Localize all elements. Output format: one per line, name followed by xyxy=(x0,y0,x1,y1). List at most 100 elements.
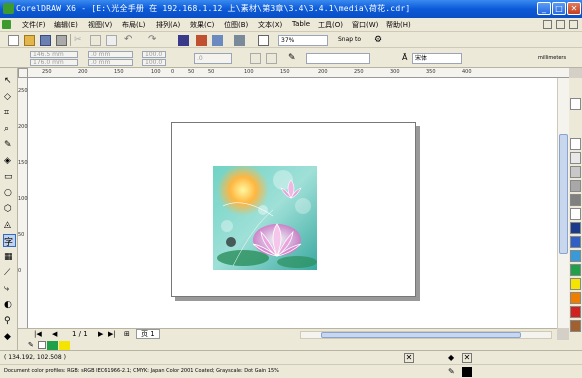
dimension-tool-icon[interactable]: ⟋ xyxy=(4,268,15,279)
menu-help[interactable]: 帮助(H) xyxy=(386,20,411,30)
height-field[interactable]: .0 mm xyxy=(88,59,133,66)
doc-close-button[interactable] xyxy=(569,20,578,29)
menu-edit[interactable]: 编辑(E) xyxy=(54,20,78,30)
paste-icon[interactable] xyxy=(106,35,117,46)
scale-x-field[interactable]: 100.0 xyxy=(142,51,166,58)
swatch-yellow[interactable] xyxy=(570,278,581,290)
swatch-none[interactable] xyxy=(570,98,581,110)
connector-tool-icon[interactable]: ⤷ xyxy=(4,284,15,295)
zoom-tool-icon[interactable]: ⌕ xyxy=(4,124,15,135)
options-gear-icon[interactable]: ⚙ xyxy=(374,35,385,46)
print-icon[interactable] xyxy=(56,35,67,46)
fill-tool-icon[interactable]: ◆ xyxy=(4,332,15,343)
swatch-brown[interactable] xyxy=(570,320,581,332)
application-launcher-icon[interactable] xyxy=(234,35,245,46)
new-document-icon[interactable] xyxy=(8,35,19,46)
swatch-white-2[interactable] xyxy=(570,208,581,220)
menu-tools[interactable]: 工具(O) xyxy=(318,20,343,30)
basic-shapes-icon[interactable]: ◬ xyxy=(4,220,15,231)
swatch-orange[interactable] xyxy=(570,292,581,304)
scale-y-field[interactable]: 100.0 xyxy=(142,59,166,66)
swatch-gray-20[interactable] xyxy=(570,166,581,178)
mirror-horizontal-icon[interactable] xyxy=(250,53,261,64)
fill-indicator-none[interactable]: ✕ xyxy=(462,353,472,363)
page-tab-1[interactable]: 页 1 xyxy=(136,329,160,339)
first-page-button[interactable]: |◀ xyxy=(34,330,42,338)
polygon-tool-icon[interactable]: ⬡ xyxy=(4,204,15,215)
swatch-doc-yellow[interactable] xyxy=(59,341,70,350)
y-position-field[interactable]: 176.0 mm xyxy=(30,59,78,66)
shape-tool-icon[interactable]: ◇ xyxy=(4,92,15,103)
menu-text[interactable]: 文本(X) xyxy=(258,20,282,30)
menu-effects[interactable]: 效果(C) xyxy=(190,20,214,30)
mirror-vertical-icon[interactable] xyxy=(266,53,277,64)
menu-window[interactable]: 窗口(W) xyxy=(352,20,378,30)
ruler-origin[interactable] xyxy=(18,68,28,78)
fill-bucket-icon[interactable]: ◆ xyxy=(448,353,458,363)
swatch-gray-40[interactable] xyxy=(570,180,581,192)
swatch-white[interactable] xyxy=(570,138,581,150)
undo-icon[interactable]: ↶ xyxy=(124,34,135,45)
outline-pen-icon[interactable]: ✎ xyxy=(288,53,299,64)
crop-tool-icon[interactable]: ⌗ xyxy=(4,108,15,119)
text-tool-icon[interactable]: 字 xyxy=(3,234,16,248)
swatch-cyan[interactable] xyxy=(570,250,581,262)
smart-fill-icon[interactable]: ◈ xyxy=(4,156,15,167)
menu-table[interactable]: Table xyxy=(292,20,310,28)
vertical-scroll-thumb[interactable] xyxy=(559,134,568,254)
ellipse-tool-icon[interactable]: ○ xyxy=(4,188,15,199)
font-name-select[interactable]: 宋体 xyxy=(412,53,462,64)
outline-width-select[interactable] xyxy=(306,53,370,64)
doc-minimize-button[interactable] xyxy=(543,20,552,29)
fill-none-icon[interactable]: ✕ xyxy=(404,353,414,363)
add-page-button[interactable]: ⊞ xyxy=(124,330,130,338)
menu-file[interactable]: 文件(F) xyxy=(22,20,46,30)
swatch-red[interactable] xyxy=(570,306,581,318)
width-field[interactable]: .0 mm xyxy=(88,51,133,58)
prev-page-button[interactable]: ◀ xyxy=(52,330,57,338)
zoom-level-select[interactable]: 37% xyxy=(278,35,328,46)
vertical-scrollbar[interactable] xyxy=(557,78,569,328)
pick-tool-icon[interactable]: ↖ xyxy=(4,76,15,87)
outline-pen-status-icon[interactable]: ✎ xyxy=(448,367,458,377)
publish-pdf-icon[interactable] xyxy=(212,35,223,46)
rotation-angle-field[interactable]: .0 xyxy=(194,53,232,64)
freehand-tool-icon[interactable]: ✎ xyxy=(4,140,15,151)
open-folder-icon[interactable] xyxy=(24,35,35,46)
swatch-navy[interactable] xyxy=(570,222,581,234)
close-button[interactable]: ✕ xyxy=(567,2,581,15)
export-icon[interactable] xyxy=(196,35,207,46)
menu-bitmaps[interactable]: 位图(B) xyxy=(224,20,248,30)
redo-icon[interactable]: ↷ xyxy=(148,34,159,45)
table-tool-icon[interactable]: ▦ xyxy=(4,252,15,263)
doc-restore-button[interactable] xyxy=(556,20,565,29)
swatch-blue[interactable] xyxy=(570,236,581,248)
eyedropper-tool-icon[interactable]: ⚲ xyxy=(4,316,15,327)
swatch-doc-green[interactable] xyxy=(47,341,58,350)
cut-icon[interactable]: ✂ xyxy=(74,35,85,46)
maximize-button[interactable]: □ xyxy=(552,2,566,15)
menu-layout[interactable]: 布局(L) xyxy=(122,20,145,30)
horizontal-scrollbar[interactable] xyxy=(300,331,552,339)
minimize-button[interactable]: _ xyxy=(537,2,551,15)
import-icon[interactable] xyxy=(178,35,189,46)
last-page-button[interactable]: ▶| xyxy=(108,330,116,338)
full-screen-preview-icon[interactable] xyxy=(258,35,269,46)
snap-to-dropdown[interactable]: Snap to xyxy=(338,36,361,43)
vertical-ruler[interactable]: 250 200 150 100 50 0 xyxy=(18,78,28,328)
swatch-gray-60[interactable] xyxy=(570,194,581,206)
horizontal-scroll-thumb[interactable] xyxy=(321,332,521,338)
interactive-tool-icon[interactable]: ◐ xyxy=(4,300,15,311)
lotus-artwork-image[interactable] xyxy=(213,166,317,270)
x-position-field[interactable]: 146.5 mm xyxy=(30,51,78,58)
swatch-gray-10[interactable] xyxy=(570,152,581,164)
swatch-no-color[interactable] xyxy=(38,341,46,349)
menu-arrange[interactable]: 排列(A) xyxy=(156,20,180,30)
swatch-green[interactable] xyxy=(570,264,581,276)
horizontal-ruler[interactable]: 250 200 150 100 50 0 50 100 150 200 250 … xyxy=(28,68,569,78)
menu-view[interactable]: 视图(V) xyxy=(88,20,112,30)
copy-icon[interactable] xyxy=(90,35,101,46)
rectangle-tool-icon[interactable]: ▭ xyxy=(4,172,15,183)
save-icon[interactable] xyxy=(40,35,51,46)
palette-eyedropper-icon[interactable]: ✎ xyxy=(28,341,36,349)
